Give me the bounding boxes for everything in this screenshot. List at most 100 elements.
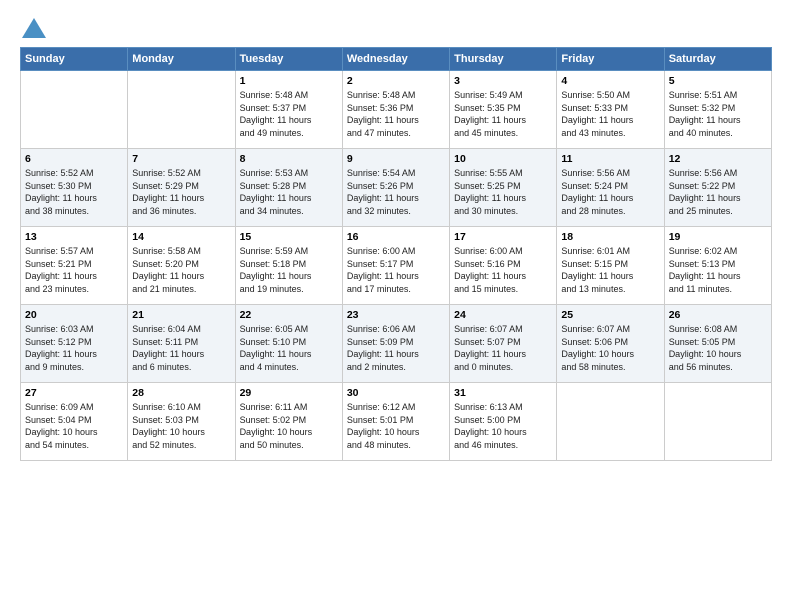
day-number: 4 xyxy=(561,75,659,87)
calendar-cell: 7 Sunrise: 5:52 AM Sunset: 5:29 PM Daylig… xyxy=(128,149,235,227)
day-number: 12 xyxy=(669,153,767,165)
calendar-cell xyxy=(21,71,128,149)
day-number: 8 xyxy=(240,153,338,165)
day-number: 28 xyxy=(132,387,230,399)
day-number: 13 xyxy=(25,231,123,243)
day-number: 10 xyxy=(454,153,552,165)
day-info: Sunrise: 6:05 AM Sunset: 5:10 PM Dayligh… xyxy=(240,323,338,373)
logo-icon xyxy=(22,18,46,38)
calendar-cell: 20 Sunrise: 6:03 AM Sunset: 5:12 PM Dayli… xyxy=(21,305,128,383)
day-number: 6 xyxy=(25,153,123,165)
calendar-cell: 30 Sunrise: 6:12 AM Sunset: 5:01 PM Dayli… xyxy=(342,383,449,461)
calendar-cell: 1 Sunrise: 5:48 AM Sunset: 5:37 PM Daylig… xyxy=(235,71,342,149)
day-info: Sunrise: 6:11 AM Sunset: 5:02 PM Dayligh… xyxy=(240,401,338,451)
day-number: 1 xyxy=(240,75,338,87)
calendar-cell: 22 Sunrise: 6:05 AM Sunset: 5:10 PM Dayli… xyxy=(235,305,342,383)
column-header-thursday: Thursday xyxy=(450,48,557,71)
calendar-cell xyxy=(664,383,771,461)
day-number: 16 xyxy=(347,231,445,243)
day-number: 21 xyxy=(132,309,230,321)
day-number: 3 xyxy=(454,75,552,87)
calendar-cell: 9 Sunrise: 5:54 AM Sunset: 5:26 PM Daylig… xyxy=(342,149,449,227)
calendar-cell: 18Sunrise: 6:01 AM Sunset: 5:15 PM Dayli… xyxy=(557,227,664,305)
day-info: Sunrise: 5:50 AM Sunset: 5:33 PM Dayligh… xyxy=(561,89,659,139)
day-number: 25 xyxy=(561,309,659,321)
day-number: 18 xyxy=(561,231,659,243)
day-info: Sunrise: 5:48 AM Sunset: 5:36 PM Dayligh… xyxy=(347,89,445,139)
calendar-cell: 26 Sunrise: 6:08 AM Sunset: 5:05 PM Dayli… xyxy=(664,305,771,383)
header xyxy=(20,16,772,37)
day-info: Sunrise: 5:48 AM Sunset: 5:37 PM Dayligh… xyxy=(240,89,338,139)
calendar-cell: 8 Sunrise: 5:53 AM Sunset: 5:28 PM Daylig… xyxy=(235,149,342,227)
day-info: Sunrise: 6:00 AM Sunset: 5:17 PM Dayligh… xyxy=(347,245,445,295)
day-number: 7 xyxy=(132,153,230,165)
column-header-tuesday: Tuesday xyxy=(235,48,342,71)
calendar-cell: 17 Sunrise: 6:00 AM Sunset: 5:16 PM Dayli… xyxy=(450,227,557,305)
calendar-cell: 3Sunrise: 5:49 AM Sunset: 5:35 PM Daylig… xyxy=(450,71,557,149)
day-number: 31 xyxy=(454,387,552,399)
day-info: Sunrise: 5:54 AM Sunset: 5:26 PM Dayligh… xyxy=(347,167,445,217)
calendar-cell: 25 Sunrise: 6:07 AM Sunset: 5:06 PM Dayli… xyxy=(557,305,664,383)
calendar-cell: 6 Sunrise: 5:52 AM Sunset: 5:30 PM Daylig… xyxy=(21,149,128,227)
day-number: 30 xyxy=(347,387,445,399)
day-info: Sunrise: 6:07 AM Sunset: 5:06 PM Dayligh… xyxy=(561,323,659,373)
day-number: 29 xyxy=(240,387,338,399)
calendar-week-row: 27Sunrise: 6:09 AM Sunset: 5:04 PM Dayli… xyxy=(21,383,772,461)
day-info: Sunrise: 5:55 AM Sunset: 5:25 PM Dayligh… xyxy=(454,167,552,217)
day-number: 17 xyxy=(454,231,552,243)
column-header-monday: Monday xyxy=(128,48,235,71)
column-header-wednesday: Wednesday xyxy=(342,48,449,71)
day-number: 27 xyxy=(25,387,123,399)
calendar-cell: 5 Sunrise: 5:51 AM Sunset: 5:32 PM Daylig… xyxy=(664,71,771,149)
calendar-cell: 2 Sunrise: 5:48 AM Sunset: 5:36 PM Daylig… xyxy=(342,71,449,149)
day-info: Sunrise: 6:08 AM Sunset: 5:05 PM Dayligh… xyxy=(669,323,767,373)
calendar-table: SundayMondayTuesdayWednesdayThursdayFrid… xyxy=(20,47,772,461)
calendar-week-row: 6 Sunrise: 5:52 AM Sunset: 5:30 PM Daylig… xyxy=(21,149,772,227)
day-info: Sunrise: 5:52 AM Sunset: 5:30 PM Dayligh… xyxy=(25,167,123,217)
logo-text xyxy=(20,16,46,39)
day-info: Sunrise: 6:03 AM Sunset: 5:12 PM Dayligh… xyxy=(25,323,123,373)
calendar-cell: 11 Sunrise: 5:56 AM Sunset: 5:24 PM Dayli… xyxy=(557,149,664,227)
calendar-cell: 12 Sunrise: 5:56 AM Sunset: 5:22 PM Dayli… xyxy=(664,149,771,227)
calendar-cell: 24Sunrise: 6:07 AM Sunset: 5:07 PM Dayli… xyxy=(450,305,557,383)
day-info: Sunrise: 5:56 AM Sunset: 5:24 PM Dayligh… xyxy=(561,167,659,217)
column-header-saturday: Saturday xyxy=(664,48,771,71)
calendar-page: SundayMondayTuesdayWednesdayThursdayFrid… xyxy=(0,0,792,612)
day-info: Sunrise: 5:52 AM Sunset: 5:29 PM Dayligh… xyxy=(132,167,230,217)
day-number: 9 xyxy=(347,153,445,165)
day-number: 15 xyxy=(240,231,338,243)
calendar-cell: 15Sunrise: 5:59 AM Sunset: 5:18 PM Dayli… xyxy=(235,227,342,305)
calendar-cell: 19Sunrise: 6:02 AM Sunset: 5:13 PM Dayli… xyxy=(664,227,771,305)
day-info: Sunrise: 6:06 AM Sunset: 5:09 PM Dayligh… xyxy=(347,323,445,373)
day-number: 14 xyxy=(132,231,230,243)
day-info: Sunrise: 5:51 AM Sunset: 5:32 PM Dayligh… xyxy=(669,89,767,139)
column-header-sunday: Sunday xyxy=(21,48,128,71)
calendar-cell: 4 Sunrise: 5:50 AM Sunset: 5:33 PM Daylig… xyxy=(557,71,664,149)
calendar-cell xyxy=(557,383,664,461)
day-number: 5 xyxy=(669,75,767,87)
calendar-week-row: 1 Sunrise: 5:48 AM Sunset: 5:37 PM Daylig… xyxy=(21,71,772,149)
calendar-cell: 16 Sunrise: 6:00 AM Sunset: 5:17 PM Dayli… xyxy=(342,227,449,305)
day-info: Sunrise: 6:13 AM Sunset: 5:00 PM Dayligh… xyxy=(454,401,552,451)
calendar-week-row: 13Sunrise: 5:57 AM Sunset: 5:21 PM Dayli… xyxy=(21,227,772,305)
calendar-header-row: SundayMondayTuesdayWednesdayThursdayFrid… xyxy=(21,48,772,71)
column-header-friday: Friday xyxy=(557,48,664,71)
calendar-week-row: 20 Sunrise: 6:03 AM Sunset: 5:12 PM Dayli… xyxy=(21,305,772,383)
day-number: 2 xyxy=(347,75,445,87)
day-info: Sunrise: 5:53 AM Sunset: 5:28 PM Dayligh… xyxy=(240,167,338,217)
day-number: 26 xyxy=(669,309,767,321)
day-info: Sunrise: 5:58 AM Sunset: 5:20 PM Dayligh… xyxy=(132,245,230,295)
day-number: 22 xyxy=(240,309,338,321)
calendar-cell xyxy=(128,71,235,149)
calendar-cell: 31 Sunrise: 6:13 AM Sunset: 5:00 PM Dayli… xyxy=(450,383,557,461)
calendar-cell: 21Sunrise: 6:04 AM Sunset: 5:11 PM Dayli… xyxy=(128,305,235,383)
day-info: Sunrise: 6:12 AM Sunset: 5:01 PM Dayligh… xyxy=(347,401,445,451)
calendar-cell: 29 Sunrise: 6:11 AM Sunset: 5:02 PM Dayli… xyxy=(235,383,342,461)
calendar-cell: 28Sunrise: 6:10 AM Sunset: 5:03 PM Dayli… xyxy=(128,383,235,461)
calendar-cell: 14 Sunrise: 5:58 AM Sunset: 5:20 PM Dayli… xyxy=(128,227,235,305)
day-info: Sunrise: 6:00 AM Sunset: 5:16 PM Dayligh… xyxy=(454,245,552,295)
day-info: Sunrise: 5:56 AM Sunset: 5:22 PM Dayligh… xyxy=(669,167,767,217)
day-number: 11 xyxy=(561,153,659,165)
day-number: 20 xyxy=(25,309,123,321)
day-number: 19 xyxy=(669,231,767,243)
